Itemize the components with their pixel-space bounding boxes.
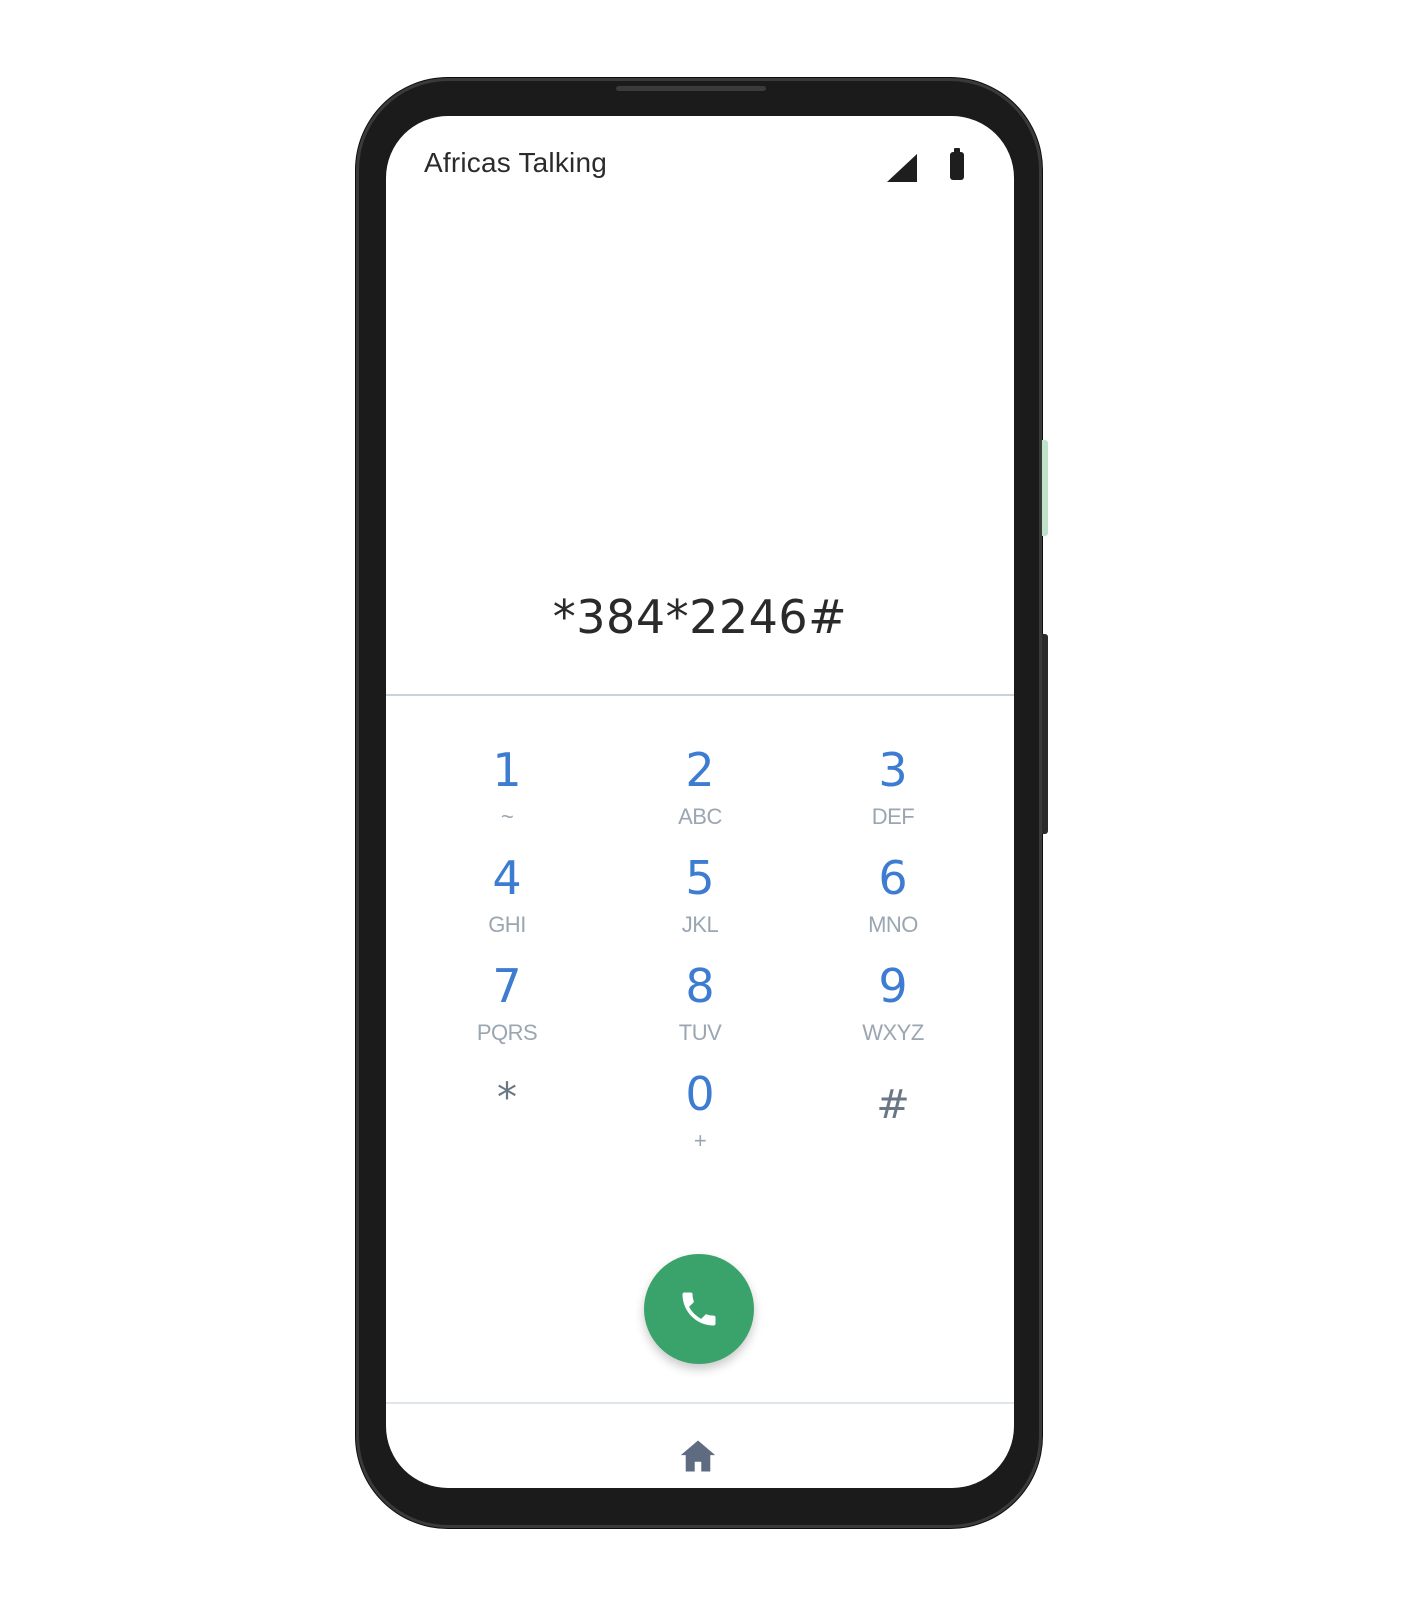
key-4[interactable]: 4 GHI [417,852,597,960]
key-digit: # [876,1082,910,1128]
key-digit: 5 [685,851,715,905]
key-letters: ~ [500,804,514,829]
key-letters: PQRS [476,1020,538,1045]
key-digit: 6 [878,851,908,905]
key-digit: 0 [685,1067,715,1121]
key-0[interactable]: 0 + [610,1068,790,1176]
key-letters: GHI [488,912,526,937]
phone-screen: Africas Talking *384*2246# 1 ~ 2 ABC 3 D… [386,116,1014,1488]
key-8[interactable]: 8 TUV [610,960,790,1068]
key-9[interactable]: 9 WXYZ [803,960,983,1068]
key-digit: 3 [878,743,908,797]
key-digit: * [497,1075,517,1121]
key-digit: 1 [492,743,522,797]
status-bar: Africas Talking [386,116,1014,212]
volume-button [1042,440,1048,536]
key-letters: TUV [678,1020,722,1045]
key-1[interactable]: 1 ~ [417,744,597,852]
key-letters: MNO [868,912,918,937]
stage: Africas Talking *384*2246# 1 ~ 2 ABC 3 D… [0,0,1420,1600]
key-digit: 7 [492,959,522,1013]
key-letters: DEF [871,804,915,829]
key-letters: + [693,1128,707,1153]
key-hash[interactable]: # [803,1068,983,1176]
key-digit: 9 [878,959,908,1013]
key-7[interactable]: 7 PQRS [417,960,597,1068]
power-button [1042,634,1048,834]
key-2[interactable]: 2 ABC [610,744,790,852]
key-5[interactable]: 5 JKL [610,852,790,960]
phone-icon [682,1292,716,1326]
key-digit: 8 [685,959,715,1013]
signal-icon [887,154,917,182]
key-letters: JKL [681,912,719,937]
carrier-name: Africas Talking [424,147,608,178]
dial-input-display[interactable]: *384*2246# [386,590,1014,644]
home-button[interactable] [678,1438,718,1474]
phone-frame: Africas Talking *384*2246# 1 ~ 2 ABC 3 D… [356,78,1048,1528]
key-star[interactable]: * [417,1068,597,1176]
key-letters: WXYZ [862,1020,924,1045]
home-icon [680,1440,716,1472]
call-button[interactable] [644,1254,754,1364]
key-6[interactable]: 6 MNO [803,852,983,960]
key-3[interactable]: 3 DEF [803,744,983,852]
divider [386,1402,1014,1404]
key-digit: 4 [492,851,522,905]
divider [386,694,1014,696]
key-letters: ABC [678,804,722,829]
earpiece [616,86,766,91]
battery-icon [950,148,964,180]
key-digit: 2 [685,743,715,797]
